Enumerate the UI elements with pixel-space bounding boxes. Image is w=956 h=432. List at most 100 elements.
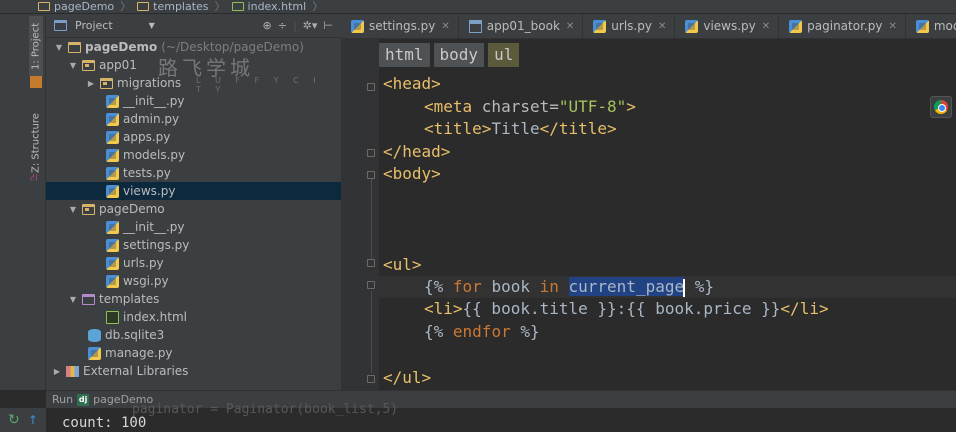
fold-marker-icon[interactable] bbox=[367, 375, 375, 383]
tab-settings[interactable]: settings.py ✕ bbox=[341, 14, 459, 38]
python-file-icon bbox=[106, 148, 119, 162]
python-file-icon bbox=[106, 220, 119, 234]
project-tool-tab[interactable]: 1: Project bbox=[29, 16, 43, 76]
templates-folder-icon bbox=[82, 293, 95, 305]
selected-text[interactable]: current_page bbox=[568, 277, 685, 296]
python-file-icon bbox=[106, 184, 119, 198]
close-icon[interactable]: ✕ bbox=[441, 21, 449, 32]
python-file-icon bbox=[88, 346, 101, 360]
tree-item-views[interactable]: views.py bbox=[46, 182, 341, 200]
tree-item-external-libraries[interactable]: ▶ External Libraries bbox=[46, 362, 341, 380]
project-view-icon bbox=[54, 20, 67, 31]
editor-tabs: settings.py ✕ app01_book ✕ urls.py ✕ views.… bbox=[341, 14, 956, 39]
tree-item-tests[interactable]: tests.py bbox=[46, 164, 341, 182]
code-line: <body> bbox=[383, 164, 441, 183]
expanded-arrow-icon[interactable]: ▼ bbox=[68, 205, 78, 214]
code-line: <head> bbox=[383, 74, 441, 93]
open-in-browser-button[interactable] bbox=[930, 96, 952, 118]
fold-marker-icon[interactable] bbox=[367, 281, 375, 289]
tree-item-migrations[interactable]: ▶ migrations bbox=[46, 74, 341, 92]
python-file-icon bbox=[106, 130, 119, 144]
tree-item-urls[interactable]: urls.py bbox=[46, 254, 341, 272]
structure-tool-tab[interactable]: Z: Structure bbox=[29, 108, 43, 178]
project-view-selector[interactable]: Project ▼ bbox=[54, 19, 155, 32]
tag-breadcrumbs: html body ul bbox=[379, 43, 520, 67]
chrome-icon bbox=[934, 100, 948, 114]
navigation-bar: pageDemo 〉 templates 〉 index.html 〉 bbox=[0, 0, 956, 14]
tree-item-root[interactable]: ▼ pageDemo (~/Desktop/pageDemo) bbox=[46, 38, 341, 56]
fold-marker-icon[interactable] bbox=[367, 171, 375, 179]
code-line-current: {% for book in current_page %} bbox=[379, 276, 956, 298]
gear-icon[interactable]: ✲▾ bbox=[303, 19, 318, 32]
project-panel-tools: ⊕ ÷ | ✲▾ ⊢ bbox=[262, 19, 334, 32]
collapse-all-icon[interactable]: ÷ bbox=[278, 19, 287, 32]
tree-item-app01[interactable]: ▼ app01 bbox=[46, 56, 341, 74]
tab-app01-book[interactable]: app01_book ✕ bbox=[459, 14, 584, 38]
target-icon[interactable]: ⊕ bbox=[263, 19, 272, 32]
tree-item-manage[interactable]: manage.py bbox=[46, 344, 341, 362]
tree-item-pagedemo-pkg[interactable]: ▼ pageDemo bbox=[46, 200, 341, 218]
library-icon bbox=[66, 365, 79, 377]
expanded-arrow-icon[interactable]: ▼ bbox=[68, 61, 78, 70]
tag-breadcrumb-body[interactable]: body bbox=[433, 43, 485, 67]
python-file-icon bbox=[593, 19, 607, 33]
tree-item-index-html[interactable]: index.html bbox=[46, 308, 341, 326]
django-icon: dj bbox=[77, 393, 90, 406]
fold-marker-icon[interactable] bbox=[367, 149, 375, 157]
collapsed-arrow-icon[interactable]: ▶ bbox=[52, 367, 62, 376]
tree-item-admin[interactable]: admin.py bbox=[46, 110, 341, 128]
rerun-icon[interactable]: ↻ bbox=[8, 412, 20, 428]
python-file-icon bbox=[106, 274, 119, 288]
tree-item-models[interactable]: models.py bbox=[46, 146, 341, 164]
project-panel: Project ▼ ⊕ ÷ | ✲▾ ⊢ ▼ pageDemo (~/Desktop… bbox=[46, 14, 341, 390]
tab-paginator[interactable]: paginator.py ✕ bbox=[779, 14, 906, 38]
nav-crumb-templates[interactable]: templates 〉 bbox=[137, 1, 226, 12]
tab-views[interactable]: views.py ✕ bbox=[675, 14, 780, 38]
nav-crumb-file[interactable]: index.html 〉 bbox=[231, 1, 323, 12]
expanded-arrow-icon[interactable]: ▼ bbox=[54, 43, 64, 52]
tree-item-db[interactable]: db.sqlite3 bbox=[46, 326, 341, 344]
code-line: <li>{{ book.title }}:{{ book.price }}</l… bbox=[424, 299, 829, 318]
folder-icon bbox=[38, 2, 50, 11]
nav-crumb-project[interactable]: pageDemo 〉 bbox=[38, 1, 131, 12]
console-scrolled-line: paginator = Paginator(book_list,5) bbox=[132, 402, 399, 417]
code-line: <ul> bbox=[383, 255, 422, 274]
tree-item-apps[interactable]: apps.py bbox=[46, 128, 341, 146]
python-file-icon bbox=[685, 19, 699, 33]
code-editor[interactable]: html body ul <head> <meta charset="UTF-8… bbox=[341, 39, 956, 390]
close-icon[interactable]: ✕ bbox=[888, 21, 896, 32]
tree-item-app-init[interactable]: __init__.py bbox=[46, 92, 341, 110]
python-file-icon bbox=[106, 238, 119, 252]
tab-urls[interactable]: urls.py ✕ bbox=[583, 14, 676, 38]
package-icon bbox=[100, 77, 113, 89]
editor-gutter bbox=[341, 39, 379, 390]
fold-marker-icon[interactable] bbox=[367, 83, 375, 91]
tree-item-wsgi[interactable]: wsgi.py bbox=[46, 272, 341, 290]
tree-item-pkg-init[interactable]: __init__.py bbox=[46, 218, 341, 236]
close-icon[interactable]: ✕ bbox=[762, 21, 770, 32]
arrow-up-icon[interactable]: ↑ bbox=[28, 413, 38, 427]
python-file-icon bbox=[915, 19, 929, 33]
tag-breadcrumb-ul[interactable]: ul bbox=[488, 43, 520, 67]
folder-icon bbox=[137, 2, 150, 11]
expanded-arrow-icon[interactable]: ▼ bbox=[68, 295, 78, 304]
tree-item-templates[interactable]: ▼ templates bbox=[46, 290, 341, 308]
package-icon bbox=[82, 59, 95, 71]
tab-models[interactable]: models.py✕ bbox=[906, 14, 956, 38]
close-icon[interactable]: ✕ bbox=[566, 21, 574, 32]
run-console[interactable]: ↻ ↑ paginator = Paginator(book_list,5) c… bbox=[0, 402, 956, 432]
tag-breadcrumb-html[interactable]: html bbox=[379, 43, 430, 67]
python-file-icon bbox=[351, 19, 364, 33]
code-line: {% endfor %} bbox=[424, 322, 540, 341]
fold-marker-icon[interactable] bbox=[367, 259, 375, 267]
close-icon[interactable]: ✕ bbox=[658, 21, 666, 32]
run-console-tools: ↻ ↑ bbox=[0, 408, 46, 432]
hide-panel-icon[interactable]: ⊢ bbox=[323, 19, 333, 32]
python-file-icon bbox=[106, 256, 119, 270]
code-line: </ul> bbox=[383, 368, 432, 387]
python-file-icon bbox=[106, 112, 119, 126]
python-file-icon bbox=[106, 94, 119, 108]
collapsed-arrow-icon[interactable]: ▶ bbox=[86, 79, 96, 88]
python-file-icon bbox=[106, 166, 119, 180]
tree-item-settings[interactable]: settings.py bbox=[46, 236, 341, 254]
